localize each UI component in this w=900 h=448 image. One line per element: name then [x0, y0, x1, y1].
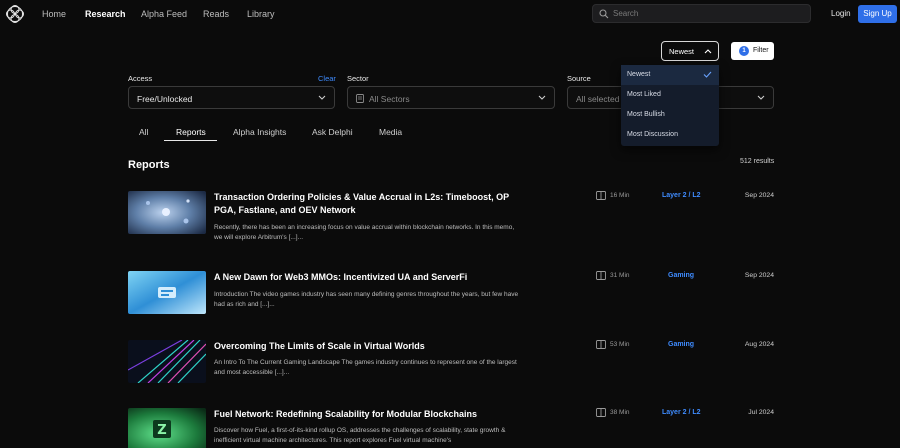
- sector-tag[interactable]: Gaming: [668, 341, 694, 348]
- sector-label: Sector: [347, 74, 369, 83]
- report-title[interactable]: A New Dawn for Web3 MMOs: Incentivized U…: [214, 271, 514, 284]
- nav-research[interactable]: Research: [85, 9, 126, 19]
- signup-button[interactable]: Sign Up: [858, 5, 897, 23]
- sort-option-most-bullish[interactable]: Most Bullish: [621, 105, 719, 125]
- sort-option-most-discussion[interactable]: Most Discussion: [621, 125, 719, 145]
- nav-reads[interactable]: Reads: [203, 9, 229, 19]
- report-title[interactable]: Overcoming The Limits of Scale in Virtua…: [214, 340, 514, 353]
- filter-count-badge: 1: [739, 46, 749, 56]
- chevron-up-icon: [704, 49, 712, 54]
- report-thumbnail[interactable]: [128, 191, 206, 234]
- report-row[interactable]: A New Dawn for Web3 MMOs: Incentivized U…: [0, 271, 900, 331]
- nav-alpha-feed[interactable]: Alpha Feed: [141, 9, 187, 19]
- report-row[interactable]: Overcoming The Limits of Scale in Virtua…: [0, 340, 900, 400]
- clear-access-link[interactable]: Clear: [318, 74, 336, 83]
- delphi-logo-icon[interactable]: [5, 4, 25, 24]
- read-time-label: 53 Min: [610, 341, 630, 348]
- book-icon: [596, 191, 606, 200]
- nav-home[interactable]: Home: [42, 9, 66, 19]
- read-time-label: 31 Min: [610, 272, 630, 279]
- report-title[interactable]: Fuel Network: Redefining Scalability for…: [214, 408, 514, 421]
- sector-select[interactable]: All Sectors: [347, 86, 555, 109]
- results-count: 512 results: [740, 158, 775, 165]
- search-placeholder: Search: [613, 9, 639, 18]
- tab-all[interactable]: All: [139, 127, 148, 137]
- sort-option-newest[interactable]: Newest: [621, 65, 719, 85]
- report-row[interactable]: Z Fuel Network: Redefining Scalability f…: [0, 408, 900, 448]
- report-description: An Intro To The Current Gaming Landscape…: [214, 359, 517, 376]
- access-value: Free/Unlocked: [137, 94, 193, 104]
- report-date: Jul 2024: [748, 409, 774, 416]
- chevron-down-icon: [318, 95, 326, 100]
- tab-media[interactable]: Media: [379, 127, 402, 137]
- report-row[interactable]: Transaction Ordering Policies & Value Ac…: [0, 191, 900, 251]
- source-value: All selected: [576, 94, 620, 104]
- filter-button[interactable]: 1 Filter: [731, 42, 774, 60]
- access-label: Access: [128, 74, 153, 83]
- top-nav: Home Research Alpha Feed Reads Library S…: [0, 0, 900, 28]
- read-time-label: 38 Min: [610, 409, 630, 416]
- report-date: Sep 2024: [744, 192, 774, 199]
- tab-ask-delphi[interactable]: Ask Delphi: [312, 127, 353, 137]
- document-icon: [356, 94, 364, 103]
- sort-option-most-liked[interactable]: Most Liked: [621, 85, 719, 105]
- sort-dropdown-menu: Newest Most Liked Most Bullish Most Disc…: [621, 65, 719, 146]
- report-title[interactable]: Transaction Ordering Policies & Value Ac…: [214, 191, 514, 217]
- read-time-label: 16 Min: [610, 192, 630, 199]
- access-select[interactable]: Free/Unlocked: [128, 86, 335, 109]
- report-thumbnail[interactable]: Z: [128, 408, 206, 448]
- chevron-down-icon: [757, 95, 765, 100]
- sort-selected-label: Newest: [669, 47, 695, 56]
- login-link[interactable]: Login: [831, 9, 851, 18]
- report-description: Introduction The video games industry ha…: [214, 291, 519, 308]
- book-icon: [596, 408, 606, 417]
- source-label: Source: [567, 74, 591, 83]
- svg-text:Z: Z: [157, 423, 166, 438]
- book-icon: [596, 271, 606, 280]
- active-tab-indicator: [164, 140, 217, 141]
- sort-select[interactable]: Newest: [661, 41, 719, 61]
- report-date: Sep 2024: [744, 272, 774, 279]
- report-description: Recently, there has been an increasing f…: [214, 224, 515, 241]
- tab-alpha-insights[interactable]: Alpha Insights: [233, 127, 286, 137]
- sector-value: All Sectors: [369, 94, 410, 104]
- report-description: Discover how Fuel, a first-of-its-kind r…: [214, 427, 506, 444]
- sector-tag[interactable]: Layer 2 / L2: [662, 192, 701, 199]
- filter-label: Filter: [753, 47, 769, 54]
- search-input[interactable]: Search: [592, 4, 811, 23]
- nav-library[interactable]: Library: [247, 9, 275, 19]
- section-title: Reports: [128, 159, 170, 171]
- book-icon: [596, 340, 606, 349]
- sector-tag[interactable]: Gaming: [668, 272, 694, 279]
- sort-option-label: Newest: [627, 71, 651, 78]
- report-thumbnail[interactable]: [128, 340, 206, 383]
- chevron-down-icon: [538, 95, 546, 100]
- report-thumbnail[interactable]: [128, 271, 206, 314]
- report-date: Aug 2024: [744, 341, 774, 348]
- search-icon: [599, 9, 609, 19]
- check-icon: [703, 71, 712, 78]
- tab-reports[interactable]: Reports: [176, 127, 206, 137]
- sector-tag[interactable]: Layer 2 / L2: [662, 409, 701, 416]
